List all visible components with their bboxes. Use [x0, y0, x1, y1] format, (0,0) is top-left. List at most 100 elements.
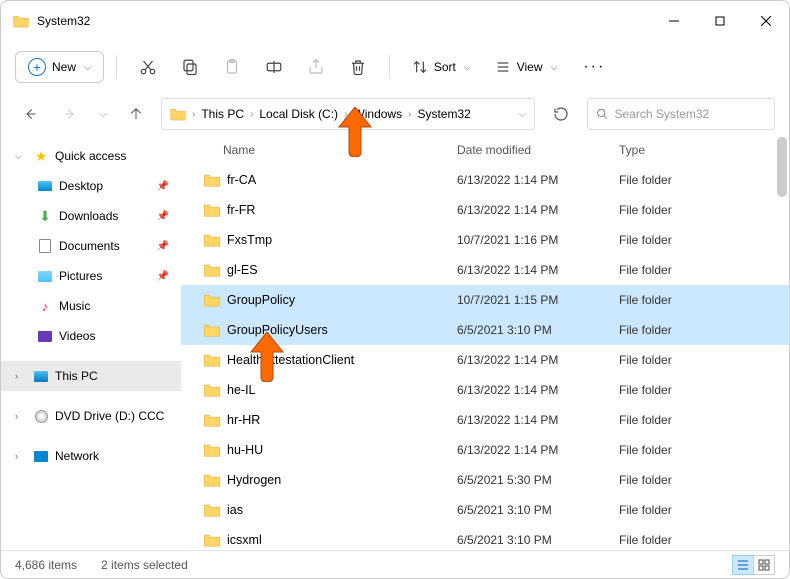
file-type: File folder — [619, 173, 672, 187]
sort-button[interactable]: Sort ⌵ — [402, 53, 481, 81]
file-type: File folder — [619, 443, 672, 457]
history-dropdown[interactable]: ⌵ — [95, 109, 111, 120]
rename-button[interactable] — [255, 49, 293, 85]
sort-label: Sort — [434, 60, 456, 74]
file-date: 6/13/2022 1:14 PM — [457, 203, 619, 217]
view-label: View — [517, 60, 543, 74]
sidebar-item-label: Network — [55, 449, 99, 463]
sidebar-item-videos[interactable]: Videos — [1, 321, 181, 351]
column-headers[interactable]: Name Date modified Type — [181, 135, 789, 165]
file-row[interactable]: hr-HR6/13/2022 1:14 PMFile folder — [181, 405, 789, 435]
star-icon: ★ — [33, 148, 49, 164]
up-button[interactable] — [121, 99, 151, 129]
desktop-icon — [38, 181, 52, 191]
file-type: File folder — [619, 503, 672, 517]
file-type: File folder — [619, 353, 672, 367]
file-name: he-IL — [227, 383, 457, 397]
file-name: hu-HU — [227, 443, 457, 457]
breadcrumb-item[interactable]: System32 — [413, 107, 474, 121]
file-row[interactable]: Hydrogen6/5/2021 5:30 PMFile folder — [181, 465, 789, 495]
pin-icon: 📌 — [157, 271, 169, 282]
video-icon — [38, 331, 52, 342]
address-bar: ⌵ › This PC › Local Disk (C:) › Windows … — [1, 93, 789, 135]
chevron-down-icon: ⌵ — [464, 62, 471, 73]
sidebar-item-label: Music — [59, 299, 90, 313]
refresh-button[interactable] — [545, 98, 577, 130]
pc-icon — [34, 371, 48, 382]
sidebar-item-this-pc[interactable]: ›This PC — [1, 361, 181, 391]
file-type: File folder — [619, 293, 672, 307]
file-date: 6/5/2021 5:30 PM — [457, 473, 619, 487]
file-row[interactable]: hu-HU6/13/2022 1:14 PMFile folder — [181, 435, 789, 465]
sidebar-item-documents[interactable]: Documents📌 — [1, 231, 181, 261]
new-button[interactable]: + New ⌵ — [15, 51, 104, 83]
thumbnails-view-button[interactable] — [753, 555, 775, 575]
file-row[interactable]: ias6/5/2021 3:10 PMFile folder — [181, 495, 789, 525]
column-type[interactable]: Type — [619, 143, 789, 157]
file-row[interactable]: FxsTmp10/7/2021 1:16 PMFile folder — [181, 225, 789, 255]
pin-icon: 📌 — [157, 181, 169, 192]
file-date: 6/5/2021 3:10 PM — [457, 533, 619, 547]
sidebar-item-downloads[interactable]: ⬇Downloads📌 — [1, 201, 181, 231]
breadcrumb-item[interactable]: Local Disk (C:) — [255, 107, 342, 121]
file-name: gl-ES — [227, 263, 457, 277]
file-row[interactable]: icsxml6/5/2021 3:10 PMFile folder — [181, 525, 789, 550]
file-date: 10/7/2021 1:16 PM — [457, 233, 619, 247]
scrollbar[interactable] — [777, 137, 787, 197]
share-button[interactable] — [297, 49, 335, 85]
more-button[interactable]: ··· — [571, 52, 617, 82]
search-box[interactable] — [587, 98, 775, 130]
sidebar-item-pictures[interactable]: Pictures 📌 — [1, 261, 181, 291]
pin-icon: 📌 — [157, 241, 169, 252]
selection-count: 2 items selected — [101, 558, 188, 572]
file-type: File folder — [619, 323, 672, 337]
back-button[interactable] — [15, 99, 45, 129]
file-row[interactable]: GroupPolicy10/7/2021 1:15 PMFile folder — [181, 285, 789, 315]
chevron-down-icon: ⌵ — [84, 62, 91, 73]
view-icon — [495, 59, 511, 75]
column-date[interactable]: Date modified — [457, 143, 619, 157]
file-name: Hydrogen — [227, 473, 457, 487]
sidebar-item-desktop[interactable]: Desktop📌 — [1, 171, 181, 201]
sidebar: ⌵★Quick access Desktop📌 ⬇ Downloads 📌 Docu… — [1, 135, 181, 550]
plus-icon: + — [28, 58, 46, 76]
sidebar-item-network[interactable]: ›Network — [1, 441, 181, 471]
sidebar-item-music[interactable]: ♪Music — [1, 291, 181, 321]
forward-button[interactable] — [55, 99, 85, 129]
file-row[interactable]: fr-CA6/13/2022 1:14 PMFile folder — [181, 165, 789, 195]
toolbar: + New ⌵ Sort ⌵ View ⌵ ··· — [1, 41, 789, 93]
minimize-button[interactable] — [651, 1, 697, 41]
details-view-button[interactable] — [732, 555, 754, 575]
cut-button[interactable] — [129, 49, 167, 85]
sidebar-item-quick-access[interactable]: ⌵★Quick access — [1, 141, 181, 171]
breadcrumb-dropdown[interactable]: ⌵ — [518, 109, 526, 120]
file-date: 6/13/2022 1:14 PM — [457, 443, 619, 457]
column-name[interactable]: Name — [181, 143, 457, 157]
sort-icon — [412, 59, 428, 75]
maximize-button[interactable] — [697, 1, 743, 41]
document-icon — [39, 239, 51, 253]
sidebar-item-dvd[interactable]: ›DVD Drive (D:) CCCC — [1, 401, 181, 431]
chevron-down-icon: ⌵ — [550, 62, 557, 73]
search-input[interactable] — [614, 107, 766, 121]
copy-button[interactable] — [171, 49, 209, 85]
download-icon: ⬇ — [37, 208, 53, 224]
file-type: File folder — [619, 413, 672, 427]
file-name: ias — [227, 503, 457, 517]
sidebar-item-label: Pictures — [59, 269, 102, 283]
view-button[interactable]: View ⌵ — [485, 53, 568, 81]
file-date: 6/5/2021 3:10 PM — [457, 323, 619, 337]
file-row[interactable]: gl-ES6/13/2022 1:14 PMFile folder — [181, 255, 789, 285]
delete-button[interactable] — [339, 49, 377, 85]
close-button[interactable] — [743, 1, 789, 41]
file-date: 6/5/2021 3:10 PM — [457, 503, 619, 517]
file-name: hr-HR — [227, 413, 457, 427]
paste-button[interactable] — [213, 49, 251, 85]
annotation-arrow-icon — [335, 107, 375, 157]
file-type: File folder — [619, 203, 672, 217]
sidebar-item-label: Downloads — [59, 209, 118, 223]
file-name: fr-FR — [227, 203, 457, 217]
breadcrumb-item[interactable]: This PC — [197, 107, 248, 121]
file-row[interactable]: fr-FR6/13/2022 1:14 PMFile folder — [181, 195, 789, 225]
file-name: fr-CA — [227, 173, 457, 187]
